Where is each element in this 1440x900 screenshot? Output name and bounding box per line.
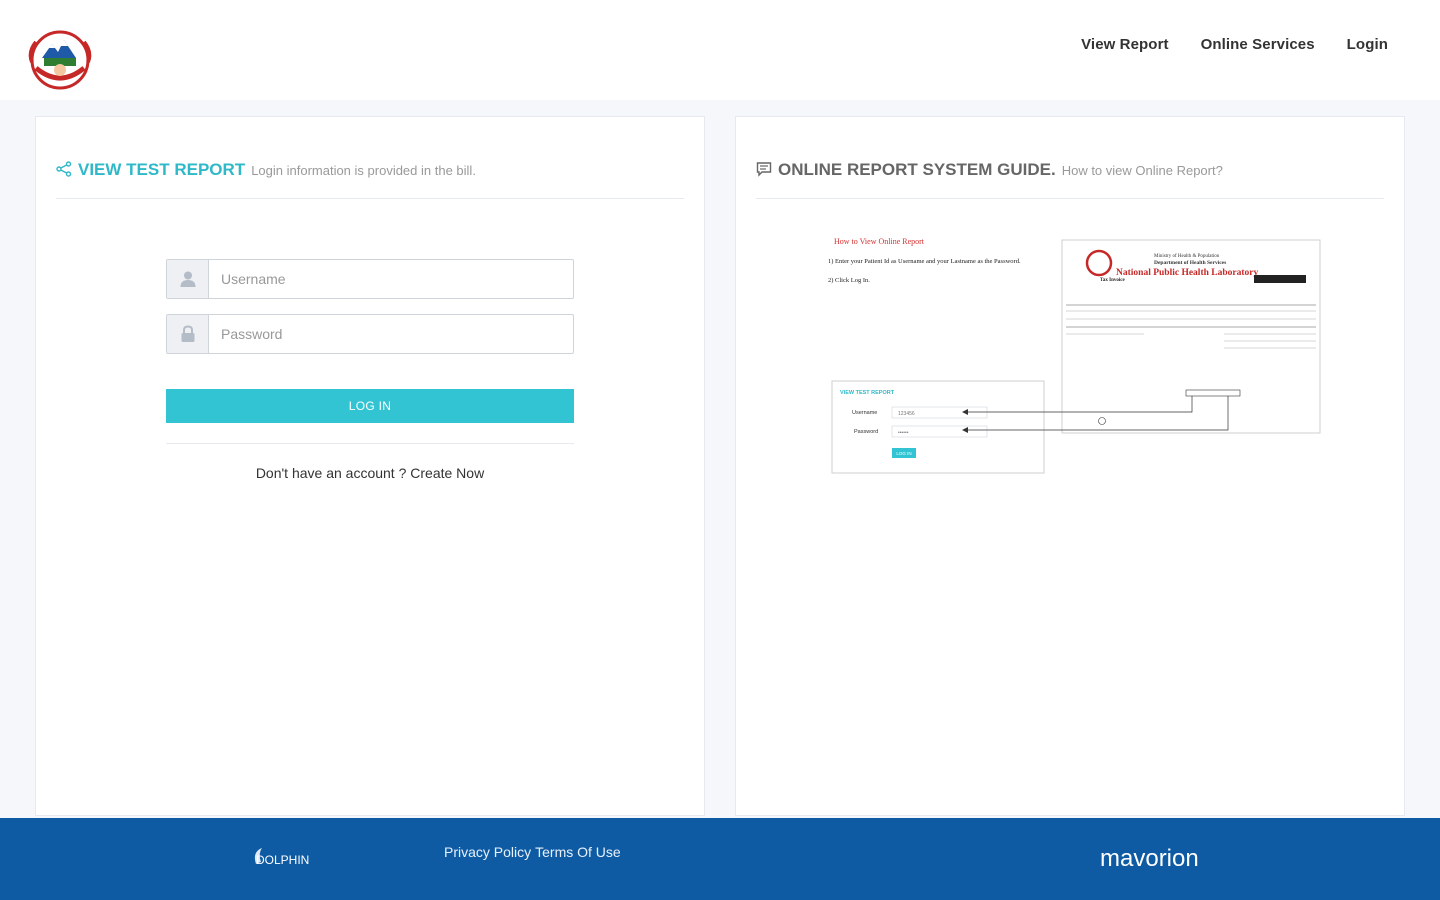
login-button[interactable]: LOG IN xyxy=(166,389,574,423)
username-input[interactable] xyxy=(209,260,573,298)
bill-title: National Public Health Laboratory xyxy=(1116,268,1258,278)
mini-username-value: 123456 xyxy=(898,411,915,417)
lock-icon xyxy=(167,315,209,353)
mavorion-text: mavorion xyxy=(1100,845,1199,872)
panel-heading: VIEW TEST REPORT Login information is pr… xyxy=(56,159,684,199)
create-account-link[interactable]: Don't have an account ? Create Now xyxy=(166,465,574,481)
terms-of-use-link[interactable]: Terms Of Use xyxy=(535,844,621,860)
nav-view-report[interactable]: View Report xyxy=(1081,36,1169,53)
password-input[interactable] xyxy=(209,315,573,353)
divider xyxy=(166,443,574,444)
nav-online-services[interactable]: Online Services xyxy=(1201,36,1315,53)
bill-invoice: Tax Invoice xyxy=(1100,278,1125,283)
share-icon xyxy=(56,161,72,177)
privacy-policy-link[interactable]: Privacy Policy xyxy=(444,844,531,860)
guide-step-2: 2) Click Log In. xyxy=(828,277,870,284)
user-icon xyxy=(167,260,209,298)
footer-links: Privacy Policy Terms Of Use xyxy=(444,844,621,860)
sample-bill: Ministry of Health & Population Departme… xyxy=(1061,239,1321,434)
panel-title: VIEW TEST REPORT xyxy=(78,160,246,179)
panel-subtitle: How to view Online Report? xyxy=(1061,163,1223,178)
panel-subtitle: Login information is provided in the bil… xyxy=(251,163,476,178)
guide-heading: How to View Online Report xyxy=(834,237,925,246)
view-test-report-panel: VIEW TEST REPORT Login information is pr… xyxy=(35,116,705,816)
dolphin-text: DOLPHIN xyxy=(256,853,309,867)
mavorion-logo[interactable]: mavorion xyxy=(1098,842,1222,876)
site-footer: DOLPHIN Privacy Policy Terms Of Use mavo… xyxy=(0,818,1440,900)
mini-password-label: Password xyxy=(854,429,878,435)
nepal-emblem-logo[interactable] xyxy=(26,28,94,90)
bill-department: Department of Health Services xyxy=(1154,260,1226,266)
username-field xyxy=(166,259,574,299)
nav-login[interactable]: Login xyxy=(1347,36,1388,53)
bill-ministry: Ministry of Health & Population xyxy=(1154,254,1220,259)
mini-password-value: •••••• xyxy=(898,430,909,436)
panel-heading: ONLINE REPORT SYSTEM GUIDE. How to view … xyxy=(756,159,1384,199)
site-header: View Report Online Services Login xyxy=(0,0,1440,100)
panel-title: ONLINE REPORT SYSTEM GUIDE. xyxy=(778,160,1056,179)
dolphin-logo[interactable]: DOLPHIN xyxy=(250,844,316,872)
password-field xyxy=(166,314,574,354)
comment-icon xyxy=(756,162,772,177)
mini-title: VIEW TEST REPORT xyxy=(840,390,895,396)
main-nav: View Report Online Services Login xyxy=(1081,36,1388,53)
guide-step-1: 1) Enter your Patient Id as Username and… xyxy=(828,258,1021,265)
report-guide-panel: ONLINE REPORT SYSTEM GUIDE. How to view … xyxy=(735,116,1405,816)
mini-username-label: Username xyxy=(852,410,877,416)
sample-login-form: VIEW TEST REPORT Username 123456 Passwor… xyxy=(831,380,1045,474)
mini-login: LOG IN xyxy=(896,451,911,456)
report-guide-image: How to View Online Report 1) Enter your … xyxy=(828,237,1321,474)
